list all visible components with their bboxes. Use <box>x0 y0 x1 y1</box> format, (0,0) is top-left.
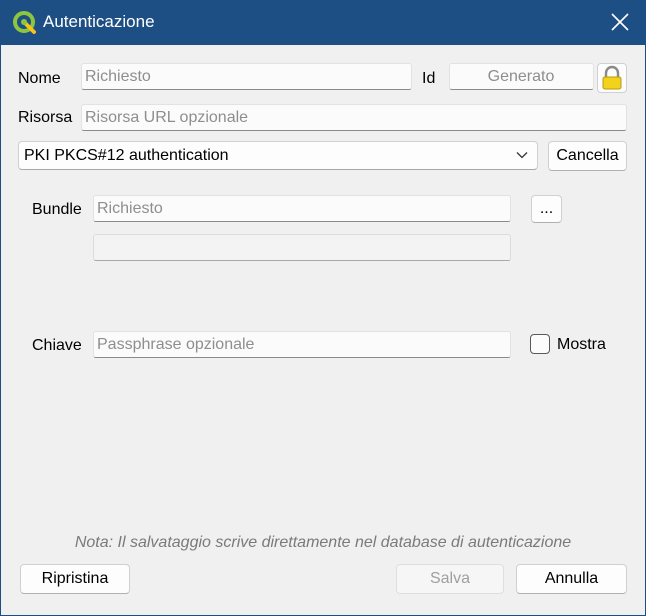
auth-dialog: Autenticazione Nome Id Risorsa PKI PKCS#… <box>0 0 646 616</box>
auth-method-value: PKI PKCS#12 authentication <box>24 147 229 164</box>
bundle-label: Bundle <box>32 201 82 218</box>
save-button[interactable]: Salva <box>396 564 504 594</box>
reset-button[interactable]: Ripristina <box>20 564 130 594</box>
key-label: Chiave <box>32 337 82 354</box>
lock-icon <box>602 65 622 90</box>
lock-button[interactable] <box>597 63 627 93</box>
qgis-icon <box>13 11 36 34</box>
cancel-button[interactable]: Annulla <box>516 564 627 594</box>
browse-button[interactable]: ... <box>531 195 562 223</box>
show-label: Mostra <box>557 336 606 353</box>
key-field-box <box>93 331 511 358</box>
show-checkbox[interactable] <box>530 334 550 354</box>
dialog-body: Nome Id Risorsa PKI PKCS#12 authenticati… <box>1 45 645 615</box>
bundle-field-box <box>93 195 511 222</box>
clear-button[interactable]: Cancella <box>548 141 627 171</box>
close-icon[interactable] <box>600 4 640 40</box>
key-input[interactable] <box>94 332 510 357</box>
name-field-box <box>81 63 412 90</box>
resource-label: Risorsa <box>18 109 73 126</box>
title-bar: Autenticazione <box>0 0 646 45</box>
name-label: Nome <box>18 70 61 87</box>
chevron-down-icon <box>516 152 528 159</box>
id-input[interactable] <box>450 64 593 89</box>
auth-method-select[interactable]: PKI PKCS#12 authentication <box>18 141 538 170</box>
bundle-info-field <box>93 234 511 261</box>
resource-field-box <box>81 104 627 131</box>
id-label: Id <box>422 70 436 87</box>
id-field-box <box>449 63 594 90</box>
save-note: Nota: Il salvataggio scrive direttamente… <box>74 534 572 551</box>
window-title: Autenticazione <box>43 12 155 31</box>
resource-input[interactable] <box>82 105 626 130</box>
bundle-input[interactable] <box>94 196 510 221</box>
name-input[interactable] <box>82 64 411 89</box>
